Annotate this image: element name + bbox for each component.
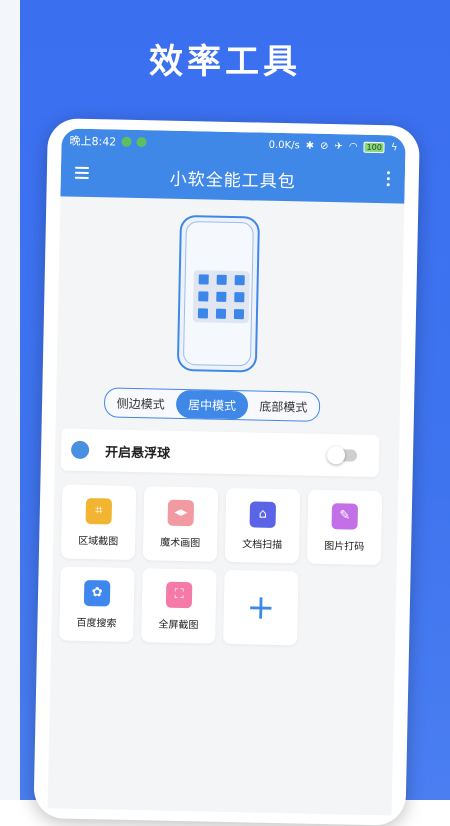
mode-option-bottom[interactable]: 底部模式 [247,391,319,420]
mode-option-side[interactable]: 侧边模式 [105,388,177,417]
tool-region-screenshot[interactable]: ⌗ 区域截图 [60,484,137,561]
fullscreen-capture-icon: ⛶ [165,581,193,608]
tool-label: 文档扫描 [242,538,283,551]
more-options-icon[interactable] [386,171,391,189]
document-scan-icon: ⌂ [249,500,277,528]
bluetooth-icon: ✱ [305,140,315,152]
tool-magic-draw[interactable]: ◂▸ 魔术画图 [142,486,219,562]
tool-label: 魔术画图 [160,537,201,549]
mode-preview [176,214,261,373]
floating-ball-switch[interactable] [328,449,358,462]
tool-label: 百度搜索 [76,617,117,630]
mute-icon: ⊘ [319,140,329,152]
plus-icon: + [246,587,276,628]
tools-grid: ⌗ 区域截图 ◂▸ 魔术画图 ⌂ 文档扫描 ✎ 图片打码 ✿ 百度搜索 ⛶ 全屏… [58,484,394,646]
add-tool-button[interactable]: + [223,569,299,646]
notification-icon [136,136,147,148]
app-grid-icon [192,270,250,324]
tool-label: 区域截图 [78,535,119,548]
status-bar: 晚上8:42 0.0K/s ✱ ⊘ ✈ ◠ 100 ϟ [61,128,405,159]
banner-title: 效率工具 [149,42,301,82]
phone-frame: 晚上8:42 0.0K/s ✱ ⊘ ✈ ◠ 100 ϟ 小软全能工具包 侧边模式… [33,118,420,826]
network-speed: 0.0K/s [268,139,300,151]
app-title: 小软全能工具包 [169,169,296,192]
image-mosaic-icon: ✎ [331,502,359,530]
notification-icon [121,136,132,147]
tool-baidu-search[interactable]: ✿ 百度搜索 [59,566,135,643]
status-time: 晚上8:42 [69,134,117,149]
title-bar: 小软全能工具包 [60,156,405,199]
baidu-paw-icon: ✿ [83,579,111,607]
menu-icon[interactable] [74,166,90,181]
phone-screen: 晚上8:42 0.0K/s ✱ ⊘ ✈ ◠ 100 ϟ 小软全能工具包 侧边模式… [47,128,406,816]
floating-ball-row: 开启悬浮球 [60,428,380,478]
airplane-icon: ✈ [334,140,344,152]
floating-ball-label: 开启悬浮球 [104,444,171,462]
magic-draw-icon: ◂▸ [167,499,195,526]
battery-icon: 100 [363,141,386,153]
floating-ball-icon [70,440,90,460]
wifi-icon: ◠ [348,140,358,153]
left-edge [0,0,20,800]
tool-fullscreen-screenshot[interactable]: ⛶ 全屏截图 [141,568,217,644]
app-bar: 晚上8:42 0.0K/s ✱ ⊘ ✈ ◠ 100 ϟ 小软全能工具包 [60,128,406,204]
tool-image-mosaic[interactable]: ✎ 图片打码 [306,489,383,566]
charging-icon: ϟ [390,141,398,153]
mode-option-center[interactable]: 居中模式 [176,389,249,420]
mode-segmented-control: 侧边模式 居中模式 底部模式 [103,387,321,422]
tool-label: 图片打码 [324,540,365,553]
tool-label: 全屏截图 [158,619,199,631]
tool-document-scan[interactable]: ⌂ 文档扫描 [224,487,301,564]
crop-icon: ⌗ [85,497,113,525]
